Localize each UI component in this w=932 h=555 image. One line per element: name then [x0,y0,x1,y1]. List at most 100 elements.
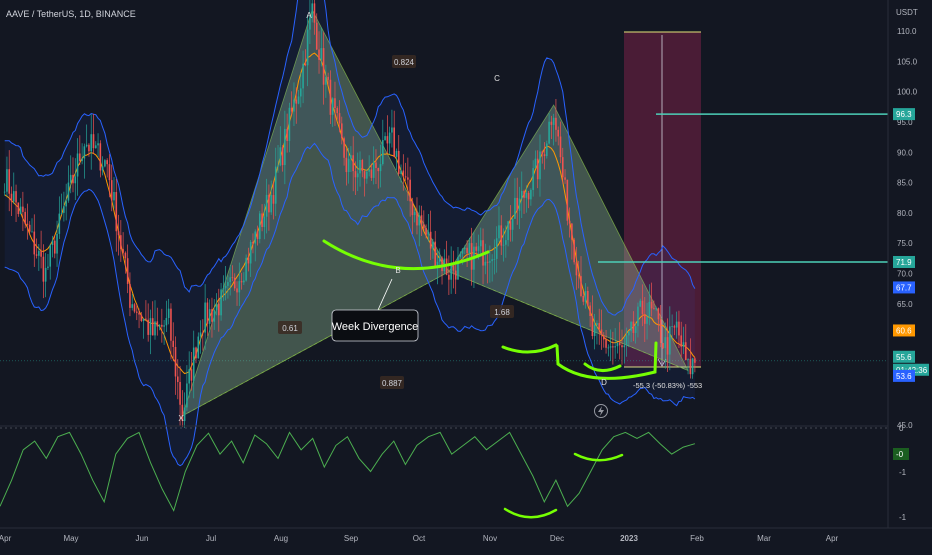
candle-body [213,310,216,322]
candle-body [691,358,694,375]
price-tick: 90.0 [897,148,913,157]
symbol-title: AAVE / TetherUS, 1D, BINANCE [6,9,136,19]
candle-body [268,194,270,213]
candle-body [546,143,548,157]
candle-body [192,347,195,381]
candle-body [195,347,197,359]
candle-body [525,192,528,198]
candle-body [534,158,537,169]
price-tick: 105.0 [897,57,918,66]
candle-body [518,198,521,211]
candle-body [391,127,393,133]
candle-body [302,63,304,89]
candle-body [413,212,416,216]
candle-body [678,321,680,336]
candle-body [598,323,601,330]
pattern-point-x: X [178,414,184,423]
candle-body [252,241,254,244]
candle-body [694,358,696,363]
candle-body [448,274,450,280]
candle-body [432,241,434,249]
lightning-icon[interactable] [594,404,608,418]
candle-body [457,256,459,280]
candle-body [580,276,582,296]
candle [662,342,664,349]
price-tick: 100.0 [897,88,918,97]
candle-body [680,335,683,347]
candle-body [272,195,275,204]
candle-body [94,145,97,149]
candle-body [607,347,610,349]
candle-body [584,290,587,302]
candle-body [400,170,402,174]
candle-body [643,314,646,324]
candle-body [138,312,140,315]
candle-body [97,143,99,146]
candle-body [625,335,628,346]
candle-body [106,160,108,165]
candle-body [382,140,384,165]
candle-body [653,308,655,310]
price-tick: 70.0 [897,270,913,279]
candle-body [44,267,47,282]
candle-body [368,169,370,172]
candle-body [306,29,309,66]
candle-body [51,240,54,246]
candle-body [541,151,544,155]
candle-body [409,179,411,202]
candle [245,254,247,282]
candle-body [527,192,530,200]
candle-body [416,212,418,226]
candle-body [375,162,377,168]
candle-body [190,369,193,381]
candle-body [616,342,619,347]
divergence-curve [501,343,558,354]
candle-body [548,121,550,144]
candle-body [684,342,687,361]
candle-body [279,147,282,166]
price-tick: 110.0 [897,27,917,36]
oscillator-line [0,431,696,512]
candle-body [49,245,52,267]
candle-body [523,190,525,198]
candle-body [539,151,541,180]
price-label: 60.6 [893,324,915,337]
candle [566,179,569,226]
candle-body [165,317,168,326]
candle-body [356,173,359,178]
candle-body [441,257,443,272]
candle-body [655,308,657,309]
candle-body [88,144,90,152]
candle-body [366,171,368,179]
oscillator-tick: -1 [899,513,907,522]
oscillator-current-label: -0 [893,448,909,460]
price-chart[interactable]: Week Divergence X A B C D 0.824 0.61 0.887 1.68 -5… [0,0,932,550]
candle-body [65,200,67,207]
candle-body [393,127,395,157]
candle-body [571,223,573,240]
candle-body [438,257,441,262]
candle-body [566,179,569,221]
candle-body [427,231,430,235]
candle-body [170,308,172,341]
candle-body [591,316,594,337]
candle-body [286,128,288,141]
candle-body [468,243,471,254]
candle-body [559,136,562,158]
candle-body [470,243,473,270]
candle-body [67,182,70,201]
price-tick: 80.0 [897,209,913,218]
candle-body [659,319,662,343]
candle-body [505,240,507,245]
candle-body [245,257,247,281]
price-label-text: 53.6 [896,372,912,381]
candle-body [8,169,11,194]
oscillator-curve [503,507,558,519]
candle-body [338,113,341,124]
candle-body [334,98,336,109]
candle-body [72,174,74,184]
time-tick: Apr [0,534,12,543]
candle-body [224,285,227,289]
candle-body [666,337,669,355]
candle-body [10,193,13,202]
